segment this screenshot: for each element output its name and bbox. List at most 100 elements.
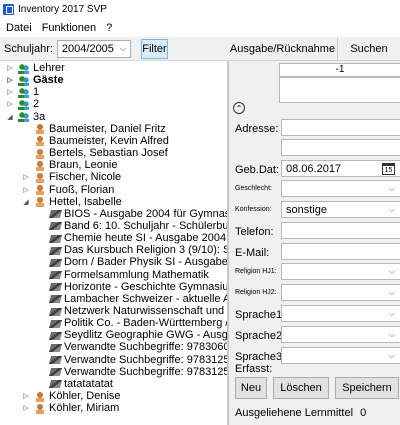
- tree-item[interactable]: Seydlitz Geographie GWG - Ausgabe 2: [38, 329, 228, 342]
- tree-item[interactable]: ▷ Fuoß, Florian: [22, 184, 114, 196]
- tree-item-label: Verwandte Suchbegriffe: 97831252388: [64, 365, 227, 378]
- tree-item-label: 2: [33, 98, 40, 111]
- loeschen-button[interactable]: Löschen: [273, 377, 329, 399]
- religion-hj1-select[interactable]: ⌵: [281, 263, 400, 280]
- expand-icon[interactable]: ▷: [6, 99, 14, 110]
- tree-item-label: Verwandte Suchbegriffe: 97831252388: [64, 353, 227, 366]
- tree-item[interactable]: Verwandte Suchbegriffe: 97831252388: [38, 365, 227, 378]
- tree-item[interactable]: Band 6: 10. Schuljahr - Schülerbuch: [38, 219, 228, 232]
- tree-item[interactable]: ◢ 3a: [6, 111, 45, 123]
- menu-datei[interactable]: Datei: [6, 22, 32, 34]
- neu-button[interactable]: Neu: [235, 377, 267, 399]
- book-icon: [48, 368, 63, 377]
- tree-item[interactable]: ▷ Gäste: [6, 75, 64, 86]
- adresse-field-2[interactable]: [281, 139, 400, 156]
- email-label: E-Mail:: [235, 247, 270, 259]
- sprache1-label: Sprache1:: [235, 309, 286, 321]
- book-icon: [48, 319, 63, 328]
- tree-item[interactable]: Bertels, Sebastian Josef: [22, 148, 168, 159]
- collapse-icon[interactable]: ◢: [6, 112, 14, 123]
- name-box[interactable]: [279, 77, 400, 103]
- tree-item-label: Seydlitz Geographie GWG - Ausgabe 2: [64, 329, 228, 342]
- expand-icon[interactable]: ▷: [6, 63, 14, 74]
- tree-item[interactable]: Verwandte Suchbegriffe: 97830606434: [38, 341, 227, 354]
- gebdat-field[interactable]: 08.06.2017 15: [281, 160, 400, 177]
- tree-item[interactable]: Chemie heute SI - Ausgabe 2004 für B: [38, 233, 227, 244]
- book-icon: [48, 295, 63, 304]
- chevron-down-icon: ⌵: [388, 351, 395, 360]
- calendar-icon[interactable]: 15: [382, 163, 395, 175]
- chevron-down-icon: ⌵: [388, 288, 395, 297]
- tree-item[interactable]: ▷ Lehrer: [6, 63, 65, 74]
- collapse-icon[interactable]: ⌃: [233, 102, 245, 114]
- tree-item[interactable]: Braun, Leonie: [22, 160, 118, 171]
- suchen-button[interactable]: Suchen: [338, 37, 400, 61]
- tree-item-label: 1: [33, 86, 40, 99]
- email-field[interactable]: [281, 243, 400, 260]
- expand-icon[interactable]: ▷: [6, 75, 14, 86]
- tree-item[interactable]: ▷ 1: [6, 87, 39, 98]
- tree-item[interactable]: Horizonte - Geschichte Gymnasium Ba: [38, 281, 227, 293]
- tree-item-label: tatatatatat: [64, 377, 113, 390]
- sprache3-label: Sprache3:: [235, 351, 286, 363]
- tree-item[interactable]: BIOS - Ausgabe 2004 für Gymnasien in: [38, 208, 227, 220]
- person-icon: [34, 172, 46, 183]
- adresse-field-1[interactable]: [281, 119, 400, 136]
- title-bar: Inventory 2017 SVP: [0, 0, 400, 19]
- sprache2-select[interactable]: ⌵: [281, 326, 400, 343]
- religion-hj2-select[interactable]: ⌵: [281, 284, 400, 301]
- tree-item[interactable]: ▷ Fischer, Nicole: [22, 172, 121, 183]
- right-toolbar: Ausgabe/Rücknahme Suchen: [228, 37, 400, 61]
- tree-item[interactable]: Formelsammlung Mathematik: [38, 269, 209, 281]
- tree-item[interactable]: ▷ Köhler, Denise: [22, 391, 121, 402]
- window-title: Inventory 2017 SVP: [18, 4, 107, 15]
- expand-icon[interactable]: ▷: [22, 172, 30, 183]
- tree-item-label: Baumeister, Daniel Fritz: [49, 122, 166, 135]
- tree-item-label: Fischer, Nicole: [49, 171, 122, 184]
- tree-item[interactable]: ▷ Köhler, Miriam: [22, 403, 119, 414]
- student-tree[interactable]: ▷ Lehrer ▷ Gäste ▷ 1 ▷ 2 ◢ 3a Baumeister, Daniel F…: [0, 61, 228, 425]
- tree-item[interactable]: tatatatatat: [38, 377, 113, 390]
- tree-item[interactable]: ▷ 2: [6, 99, 39, 110]
- sprache1-select[interactable]: ⌵: [281, 305, 400, 322]
- collapse-icon[interactable]: ◢: [22, 197, 30, 208]
- tree-item-label: Band 6: 10. Schuljahr - Schülerbuch: [64, 219, 228, 232]
- expand-icon[interactable]: ▷: [6, 87, 14, 98]
- tree-item[interactable]: ◢ Hettel, Isabelle: [22, 195, 122, 208]
- menu-help[interactable]: ?: [106, 22, 112, 34]
- tree-item-label: Verwandte Suchbegriffe: 97830606434: [64, 341, 227, 354]
- telefon-field[interactable]: [281, 222, 400, 239]
- action-buttons: Neu Löschen Speichern: [235, 377, 399, 399]
- tree-item[interactable]: Lambacher Schweizer - aktuelle Ausg: [38, 292, 227, 305]
- tree-item[interactable]: Das Kursbuch Religion 3 (9/10): Schüle: [38, 245, 227, 256]
- religion-hj2-label: Religion HJ2:: [235, 289, 277, 296]
- tree-item[interactable]: Netzwerk Naturwissenschaft und Techi: [38, 306, 227, 317]
- expand-icon[interactable]: ▷: [22, 391, 30, 402]
- geschlecht-select[interactable]: ⌵: [281, 180, 400, 197]
- konfession-select[interactable]: sonstige ⌵: [281, 201, 400, 218]
- ausgabe-ruecknahme-button[interactable]: Ausgabe/Rücknahme: [228, 37, 338, 61]
- tree-item-label: Bertels, Sebastian Josef: [49, 147, 168, 160]
- tree-item-label: Lambacher Schweizer - aktuelle Ausg: [64, 292, 227, 305]
- group-icon: [18, 75, 30, 86]
- schuljahr-select[interactable]: 2004/2005 ⌵: [56, 39, 131, 58]
- chevron-down-icon: ⌵: [388, 309, 395, 318]
- tree-item[interactable]: Dorn / Bader Physik SI - Ausgabe 2005: [38, 257, 227, 268]
- id-field[interactable]: -1: [279, 63, 400, 77]
- filter-button[interactable]: Filter: [141, 38, 168, 59]
- tree-item[interactable]: Baumeister, Daniel Fritz: [22, 122, 166, 135]
- speichern-button[interactable]: Speichern: [335, 377, 399, 399]
- tree-item[interactable]: Baumeister, Kevin Alfred: [22, 135, 169, 147]
- menu-funktionen[interactable]: Funktionen: [42, 22, 96, 34]
- book-icon: [48, 356, 63, 365]
- expand-icon[interactable]: ▷: [22, 403, 30, 414]
- book-icon: [48, 210, 63, 219]
- ausgeliehene-lernmittel: Ausgeliehene Lernmittel 0: [235, 407, 366, 419]
- geschlecht-label: Geschlecht:: [235, 185, 272, 192]
- expand-icon[interactable]: ▷: [22, 185, 30, 196]
- sprache3-select[interactable]: ⌵: [281, 347, 400, 364]
- tree-item[interactable]: Politik Co. - Baden-Württemberg / Ba: [38, 318, 227, 329]
- religion-hj1-label: Religion HJ1:: [235, 268, 277, 275]
- tree-item-label: Hettel, Isabelle: [49, 195, 122, 208]
- tree-item[interactable]: Verwandte Suchbegriffe: 97831252388: [38, 353, 227, 366]
